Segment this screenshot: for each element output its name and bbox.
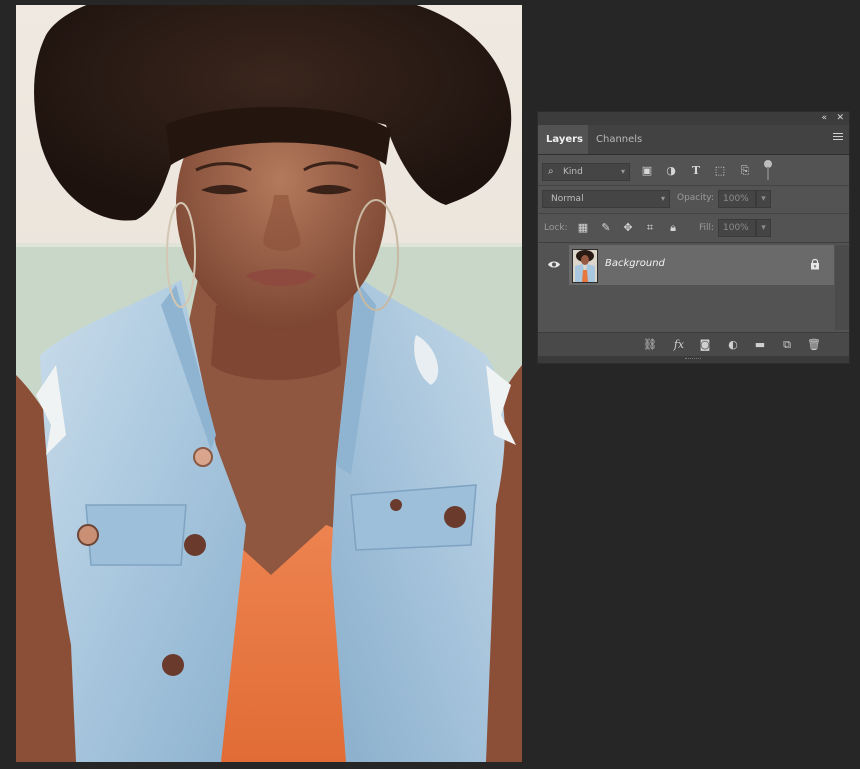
fill-label: Fill: [699, 223, 715, 233]
fill-field[interactable]: 100% [718, 219, 756, 237]
lock-row: Lock: ▦ ✎ ✥ ⌗ 🔒︎ Fill: 100% ▾ [538, 214, 849, 243]
portrait-photo [16, 5, 522, 762]
lock-icon [811, 258, 819, 270]
chevron-down-icon: ▾ [660, 194, 665, 203]
panel-title-bar[interactable]: « ✕ [538, 112, 849, 125]
pixel-filter-icon[interactable]: ▣ [640, 164, 654, 178]
lock-artboard-icon[interactable]: ⌗ [643, 221, 657, 235]
search-icon: ⌕ [548, 166, 554, 177]
tab-channels[interactable]: Channels [588, 125, 650, 154]
trash-icon[interactable]: 🗑︎ [807, 338, 821, 352]
opacity-field[interactable]: 100% [718, 190, 756, 208]
mask-icon[interactable]: ◙ [698, 338, 712, 352]
collapse-panel-icon[interactable]: « [821, 112, 827, 125]
blend-mode-value: Normal [551, 194, 584, 204]
opacity-label: Opacity: [677, 193, 714, 203]
chevron-down-icon: ▾ [620, 167, 625, 176]
lock-transparent-pixels-icon[interactable]: ▦ [576, 221, 590, 235]
new-layer-icon[interactable]: ⧉ [780, 338, 794, 352]
layer-name[interactable]: Background [605, 258, 665, 269]
layers-list: Background [538, 243, 849, 332]
fill-slider-button[interactable]: ▾ [756, 219, 771, 237]
lock-image-pixels-icon[interactable]: ✎ [599, 221, 613, 235]
type-filter-icon[interactable]: T [689, 164, 703, 178]
layer-filter-row: ⌕ Kind ▾ ▣ ◑ T ⬚ ⎘ [538, 157, 849, 186]
blend-row: Normal ▾ Opacity: 100% ▾ [538, 186, 849, 214]
shape-filter-icon[interactable]: ⬚ [713, 164, 727, 178]
panel-tabs: Layers Channels [538, 125, 849, 155]
smart-object-filter-icon[interactable]: ⎘ [738, 164, 752, 178]
link-icon[interactable]: ⛓ [643, 338, 657, 352]
fx-icon[interactable]: fx [672, 338, 686, 352]
panel-menu-icon[interactable] [833, 133, 843, 143]
adjustment-icon[interactable]: ◐ [726, 338, 740, 352]
visibility-column [538, 245, 569, 285]
layer-row-background[interactable]: Background [538, 245, 834, 285]
lock-all-icon[interactable]: 🔒︎ [666, 221, 680, 235]
opacity-slider-button[interactable]: ▾ [756, 190, 771, 208]
layers-scrollbar[interactable] [835, 245, 849, 330]
close-panel-icon[interactable]: ✕ [836, 112, 844, 125]
filter-toggle-stem [767, 167, 769, 180]
layers-panel: « ✕ Layers Channels ⌕ Kind ▾ ▣ ◑ T ⬚ ⎘ N… [537, 111, 850, 364]
lock-label: Lock: [544, 223, 568, 233]
document-canvas[interactable] [16, 5, 522, 762]
layer-thumbnail [572, 249, 598, 283]
kind-filter-dropdown[interactable]: ⌕ Kind ▾ [542, 163, 630, 181]
eye-icon[interactable] [547, 260, 561, 269]
panel-bottom-bar: ⛓ fx ◙ ◐ ▬ ⧉ 🗑︎ [538, 332, 849, 357]
adjustment-filter-icon[interactable]: ◑ [664, 164, 678, 178]
lock-position-icon[interactable]: ✥ [621, 221, 635, 235]
blend-mode-dropdown[interactable]: Normal ▾ [542, 190, 670, 208]
tab-layers[interactable]: Layers [538, 125, 588, 154]
kind-label: Kind [563, 167, 583, 177]
folder-icon[interactable]: ▬ [753, 338, 767, 352]
panel-resize-grip[interactable] [538, 356, 849, 363]
